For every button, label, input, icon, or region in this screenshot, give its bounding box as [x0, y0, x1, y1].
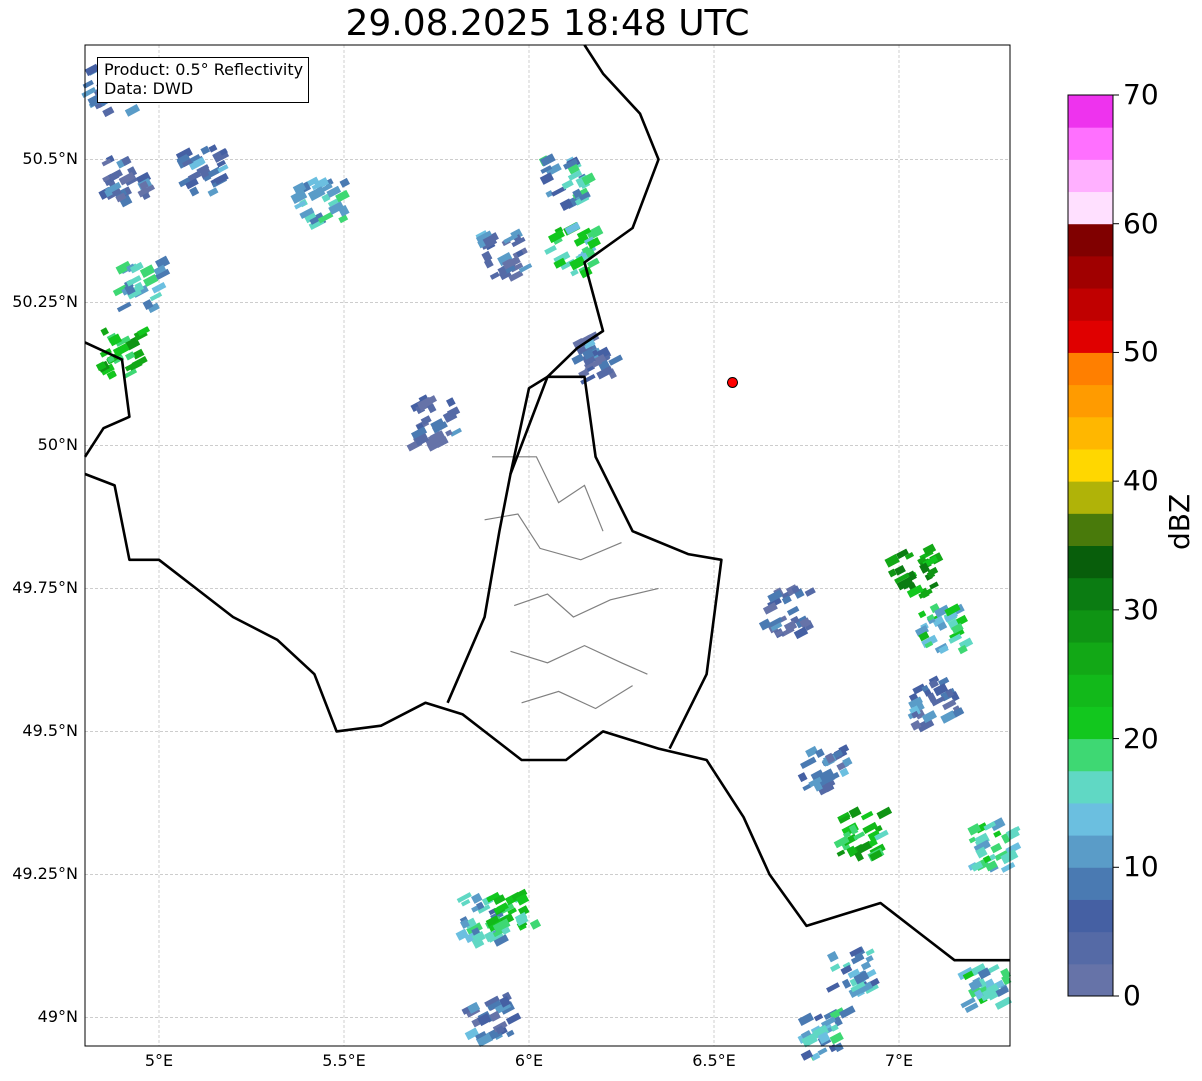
reflectivity-cell — [817, 1047, 828, 1056]
colorbar-segment — [1068, 384, 1113, 418]
colorbar-segment — [1068, 352, 1113, 386]
colorbar-segment — [1068, 513, 1113, 546]
longitude-label: 7°E — [884, 1051, 914, 1070]
colorbar-tick-label: 20 — [1123, 721, 1159, 755]
colorbar-segment — [1068, 899, 1113, 933]
colorbar-segment — [1068, 127, 1113, 160]
colorbar-segment — [1068, 931, 1113, 965]
colorbar-segment — [1068, 191, 1113, 225]
colorbar-segment — [1068, 835, 1113, 868]
longitude-label: 5°E — [144, 1051, 174, 1070]
radar-map — [81, 44, 1119, 1061]
colorbar-segment — [1068, 642, 1113, 675]
colorbar-segment — [1068, 577, 1113, 611]
latitude-label: 50.5°N — [22, 149, 78, 169]
colorbar-segment — [1068, 674, 1113, 707]
longitude-label: 5.5°E — [322, 1051, 366, 1070]
latitude-label: 49.75°N — [12, 578, 78, 598]
colorbar-segment — [1068, 802, 1113, 836]
colorbar-tick-label: 50 — [1123, 335, 1159, 369]
colorbar-segment — [1068, 320, 1113, 353]
colorbar-segment — [1068, 963, 1113, 997]
colorbar-segment — [1068, 867, 1113, 900]
product-label: Product: 0.5° Reflectivity — [104, 60, 304, 79]
colorbar-segment — [1068, 448, 1113, 482]
colorbar-segment — [1068, 95, 1113, 128]
colorbar-segment — [1068, 255, 1113, 289]
colorbar-segment — [1068, 609, 1113, 643]
colorbar-tick-label: 10 — [1123, 850, 1159, 884]
product-legend: Product: 0.5° Reflectivity Data: DWD — [97, 57, 310, 103]
colorbar-segment — [1068, 416, 1113, 450]
colorbar-segment — [1068, 738, 1113, 772]
colorbar-segment — [1068, 545, 1113, 579]
colorbar-segment — [1068, 288, 1113, 321]
colorbar-segment — [1068, 481, 1113, 514]
longitude-label: 6.5°E — [692, 1051, 736, 1070]
colorbar-label: dBZ — [1163, 493, 1196, 550]
longitude-label: 6°E — [514, 1051, 544, 1070]
colorbar-tick-label: 70 — [1123, 78, 1159, 111]
colorbar-tick-label: 40 — [1123, 464, 1159, 498]
latitude-label: 50.25°N — [12, 292, 78, 312]
colorbar-segment — [1068, 223, 1113, 257]
colorbar-segment — [1068, 706, 1113, 740]
latitude-label: 50°N — [37, 435, 78, 455]
colorbar-tick-label: 0 — [1123, 979, 1141, 1012]
latitude-label: 49.25°N — [12, 864, 78, 884]
colorbar-segment — [1068, 770, 1113, 804]
latitude-label: 49.5°N — [22, 721, 78, 741]
reflectivity-cell — [800, 1049, 814, 1061]
colorbar-tick-label: 60 — [1123, 206, 1159, 240]
radar-site-marker — [727, 376, 738, 388]
latitude-label: 49°N — [37, 1007, 78, 1027]
data-source-label: Data: DWD — [104, 79, 194, 98]
colorbar-tick-label: 30 — [1123, 592, 1159, 626]
colorbar-segment — [1068, 159, 1113, 193]
